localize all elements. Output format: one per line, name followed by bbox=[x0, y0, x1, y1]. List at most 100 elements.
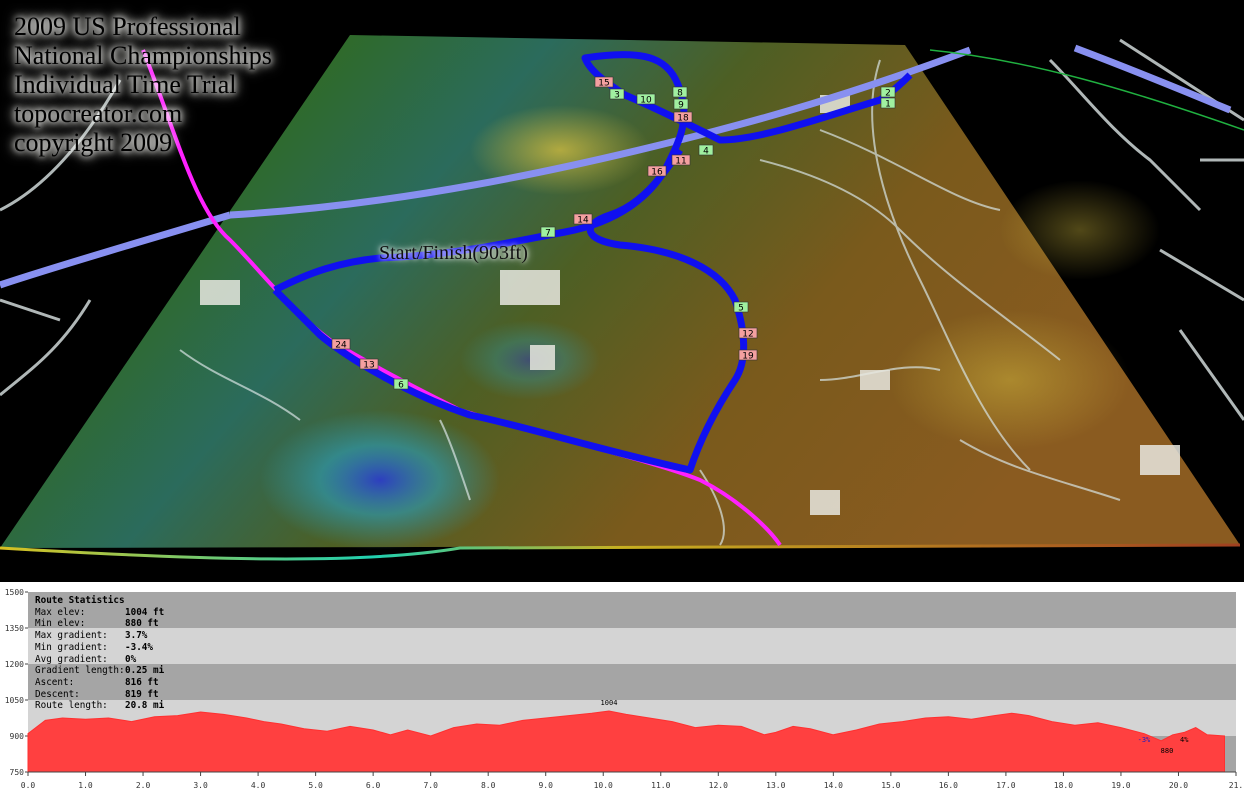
stat-label: Avg gradient: bbox=[35, 653, 108, 665]
route-marker: 24 bbox=[331, 338, 351, 351]
y-tick-label: 1500 bbox=[5, 588, 24, 597]
x-tick-label: 4.0 bbox=[251, 781, 266, 790]
stat-row: Ascent: 816 ft bbox=[35, 677, 205, 689]
x-tick-label: 9.0 bbox=[538, 781, 553, 790]
route-marker: 14 bbox=[573, 213, 593, 226]
stat-value: 880 ft bbox=[125, 618, 159, 630]
route-marker-label: 7 bbox=[545, 229, 551, 239]
x-tick-label: 11.0 bbox=[651, 781, 670, 790]
stat-row: Min elev: 880 ft bbox=[35, 618, 205, 630]
x-axis-ticks: 0.0 1.0 2.0 3.0 4.0 5.0 6.0 7.0 8.0 9.0 10.0 11.0 12… bbox=[21, 771, 1243, 790]
chart-annotation: 4% bbox=[1180, 736, 1189, 744]
x-tick-label: 2.0 bbox=[136, 781, 151, 790]
stat-value: 1004 ft bbox=[125, 606, 165, 618]
route-marker-label: 6 bbox=[398, 381, 404, 391]
route-marker: 10 bbox=[636, 93, 656, 106]
stat-value: 0% bbox=[125, 653, 137, 665]
x-tick-label: 1.0 bbox=[78, 781, 93, 790]
field-area-2 bbox=[1000, 180, 1160, 280]
stat-row: Max elev: 1004 ft bbox=[35, 607, 205, 619]
field-area bbox=[890, 310, 1130, 450]
x-tick-label: 16.0 bbox=[939, 781, 958, 790]
y-axis-ticks: 1500 1350 1200 1050 900 750 bbox=[5, 588, 28, 777]
y-tick-label: 1050 bbox=[5, 696, 24, 705]
route-marker-label: 11 bbox=[675, 157, 686, 167]
route-marker-label: 14 bbox=[577, 216, 589, 226]
route-marker-label: 4 bbox=[703, 147, 709, 157]
route-marker-label: 24 bbox=[335, 341, 347, 351]
route-marker: 11 bbox=[671, 154, 691, 167]
stat-value: 3.7% bbox=[125, 630, 148, 642]
route-marker-label: 13 bbox=[363, 361, 374, 371]
stat-label: Max elev: bbox=[35, 606, 86, 618]
stat-label: Min gradient: bbox=[35, 641, 108, 653]
stat-row: Min gradient: -3.4% bbox=[35, 642, 205, 654]
website-line: topocreator.com bbox=[14, 99, 183, 128]
stat-label: Route length: bbox=[35, 700, 108, 712]
stat-label: Ascent: bbox=[35, 676, 75, 688]
route-marker: 16 bbox=[647, 165, 667, 178]
route-marker-label: 2 bbox=[885, 89, 891, 99]
route-marker: 15 bbox=[594, 76, 614, 89]
route-marker: 19 bbox=[738, 349, 758, 362]
x-tick-label: 15.0 bbox=[881, 781, 900, 790]
route-marker-label: 15 bbox=[598, 79, 609, 89]
route-marker: 9 bbox=[673, 98, 689, 111]
stat-value: 816 ft bbox=[125, 676, 159, 688]
route-marker: 3 bbox=[609, 88, 625, 101]
stat-row: Descent: 819 ft bbox=[35, 689, 205, 701]
y-tick-label: 900 bbox=[10, 732, 25, 741]
stat-label: Descent: bbox=[35, 688, 80, 700]
x-tick-label: 7.0 bbox=[423, 781, 438, 790]
stat-row: Route length: 20.8 mi bbox=[35, 700, 205, 712]
title-block: 2009 US Professional National Championsh… bbox=[14, 12, 394, 157]
y-tick-label: 750 bbox=[10, 768, 25, 777]
stat-value: 20.8 mi bbox=[125, 700, 165, 712]
stat-value: 819 ft bbox=[125, 688, 159, 700]
stat-label: Min elev: bbox=[35, 618, 86, 630]
x-tick-label: 6.0 bbox=[366, 781, 381, 790]
route-marker-label: 9 bbox=[678, 101, 684, 111]
stat-row: Avg gradient: 0% bbox=[35, 654, 205, 666]
copyright-line: copyright 2009 bbox=[14, 128, 173, 157]
chart-band bbox=[28, 628, 1236, 664]
x-tick-label: 3.0 bbox=[193, 781, 208, 790]
x-tick-label: 12.0 bbox=[709, 781, 728, 790]
route-marker-label: 10 bbox=[640, 96, 652, 106]
chart-band bbox=[28, 592, 1236, 628]
title-line: 2009 US Professional bbox=[14, 12, 241, 41]
x-tick-label: 21. bbox=[1229, 781, 1243, 790]
route-marker: 6 bbox=[393, 378, 409, 391]
title-line: National Championships bbox=[14, 41, 272, 70]
title-line: Individual Time Trial bbox=[14, 70, 237, 99]
route-marker-label: 3 bbox=[614, 91, 620, 101]
route-marker: 7 bbox=[540, 226, 556, 239]
x-tick-label: 0.0 bbox=[21, 781, 36, 790]
x-tick-label: 17.0 bbox=[996, 781, 1015, 790]
route-marker-label: 1 bbox=[885, 100, 891, 110]
stat-row: Gradient length: 0.25 mi bbox=[35, 665, 205, 677]
x-tick-label: 5.0 bbox=[308, 781, 323, 790]
start-finish-label: Start/Finish(903ft) bbox=[379, 242, 528, 264]
stat-value: -3.4% bbox=[125, 641, 153, 653]
route-marker-label: 19 bbox=[742, 352, 754, 362]
stat-label: Gradient length: bbox=[35, 665, 125, 677]
stat-label: Max gradient: bbox=[35, 630, 108, 642]
chart-annotation: 1004 bbox=[601, 699, 618, 707]
route-marker: 8 bbox=[672, 86, 688, 99]
route-marker-label: 18 bbox=[677, 114, 689, 124]
route-marker: 13 bbox=[359, 358, 379, 371]
x-tick-label: 10.0 bbox=[594, 781, 613, 790]
route-marker: 1 bbox=[880, 97, 896, 110]
x-tick-label: 14.0 bbox=[824, 781, 843, 790]
x-tick-label: 18.0 bbox=[1054, 781, 1073, 790]
route-statistics-heading: Route Statistics bbox=[35, 595, 125, 606]
x-tick-label: 19.0 bbox=[1111, 781, 1130, 790]
route-marker: 4 bbox=[698, 144, 714, 157]
route-marker-label: 16 bbox=[651, 168, 663, 178]
stat-value: 0.25 mi bbox=[125, 665, 165, 677]
chart-band bbox=[28, 664, 1236, 700]
chart-annotation: 880 bbox=[1161, 747, 1174, 755]
y-tick-label: 1200 bbox=[5, 660, 24, 669]
route-marker: 2 bbox=[880, 86, 896, 99]
